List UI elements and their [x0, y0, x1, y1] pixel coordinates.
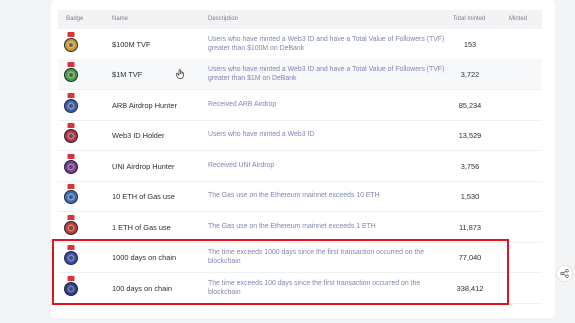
web3-id-badge-icon [64, 123, 78, 145]
badge-description: Users who have minted a Web3 ID and have… [208, 65, 445, 82]
header-name[interactable]: Name [112, 16, 128, 22]
total-minted-value: 3,756 [460, 161, 480, 171]
total-minted-value: 3,722 [460, 69, 480, 79]
table-row[interactable]: 10 ETH of Gas use The Gas use on the Ethe… [58, 181, 542, 212]
badge-name: ARB Airdrop Hunter [112, 100, 177, 110]
tvf-1m-badge-icon [64, 62, 78, 84]
uni-badge-icon [64, 154, 78, 176]
header-total-minted[interactable]: Total minted [453, 16, 485, 22]
table-header: Badge Name Description Total minted Mint… [58, 10, 542, 29]
badge-description: Received UNI Airdrop [208, 162, 275, 170]
arb-badge-icon [64, 93, 78, 115]
header-minted[interactable]: Minted [509, 16, 527, 22]
total-minted-value: 1,530 [460, 191, 480, 201]
badge-description: Users who have minted a Web3 ID and have… [208, 35, 445, 52]
badge-description: The Gas use on the Ethereum mainnet exce… [208, 192, 380, 200]
badge-name: 1 ETH of Gas use [112, 222, 171, 232]
total-minted-value: 13,529 [458, 130, 482, 140]
table-row[interactable]: ARB Airdrop Hunter Received ARB Airdrop 85… [58, 90, 542, 121]
badge-description: Received ARB Airdrop [208, 101, 277, 109]
table-row[interactable]: $100M TVF Users who have minted a Web3 ID… [58, 29, 542, 60]
badge-name: $1M TVF [112, 69, 143, 79]
table-row[interactable]: UNI Airdrop Hunter Received UNI Airdrop 3,… [58, 151, 542, 182]
header-description: Description [208, 16, 239, 22]
gas-1-eth-badge-icon [64, 215, 78, 237]
table-row[interactable]: Web3 ID Holder Users who have minted a We… [58, 120, 542, 151]
badge-description: The Gas use on the Ethereum mainnet exce… [208, 223, 376, 231]
highlight-box [52, 239, 509, 305]
hand-pointer-icon [175, 67, 185, 85]
share-button[interactable] [556, 265, 573, 282]
badge-name: UNI Airdrop Hunter [112, 161, 175, 171]
tvf-100m-badge-icon [64, 32, 78, 54]
table-row[interactable]: $1M TVF Users who have minted a Web3 ID a… [58, 59, 542, 90]
total-minted-value: 11,873 [458, 222, 482, 232]
total-minted-value: 85,234 [458, 100, 482, 110]
header-badge: Badge [66, 16, 84, 22]
share-icon [560, 269, 569, 278]
badge-name: Web3 ID Holder [112, 130, 165, 140]
total-minted-value: 153 [463, 39, 477, 49]
badge-name: $100M TVF [112, 39, 151, 49]
badge-description: Users who have minted a Web3 ID [208, 131, 315, 139]
badge-name: 10 ETH of Gas use [112, 191, 175, 201]
gas-10-eth-badge-icon [64, 184, 78, 206]
